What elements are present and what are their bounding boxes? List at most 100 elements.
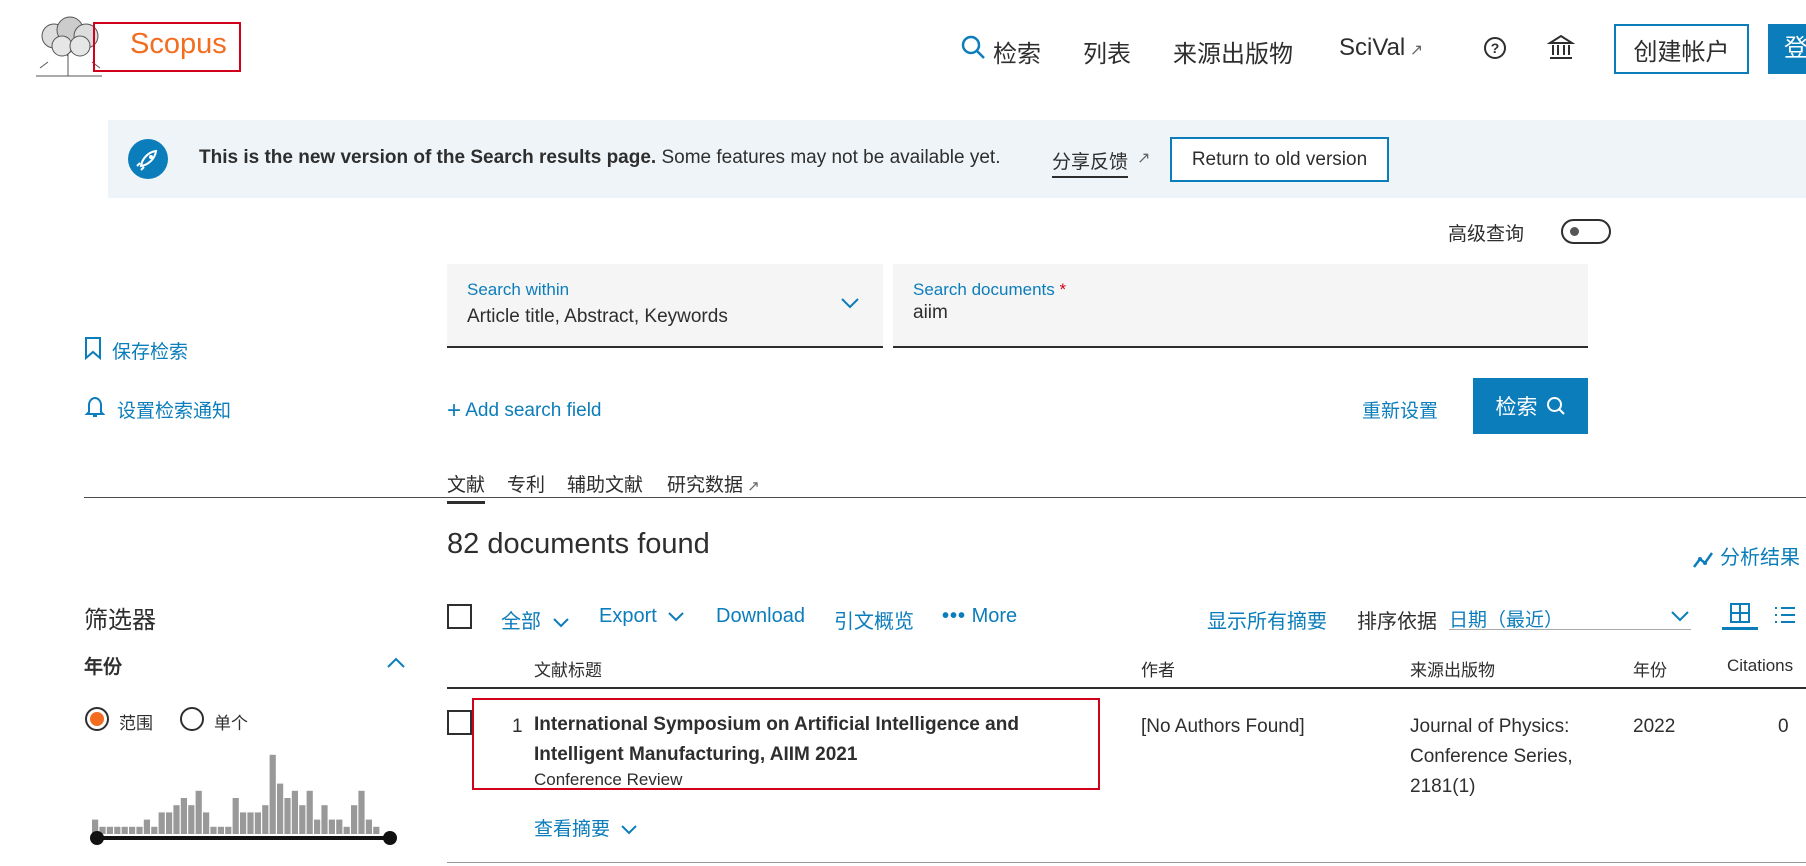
- row-checkbox[interactable]: [447, 710, 472, 735]
- export-label: Export: [599, 605, 657, 627]
- add-search-field-link[interactable]: + Add search field: [447, 395, 602, 424]
- select-all-checkbox[interactable]: [447, 604, 472, 629]
- view-abstract-link[interactable]: 查看摘要: [534, 814, 638, 841]
- histogram-bar: [351, 805, 358, 834]
- year-filter-title: 年份: [84, 657, 123, 678]
- histogram-bar: [299, 805, 306, 834]
- search-submit-button[interactable]: 检索: [1473, 378, 1588, 434]
- year-single-label: 单个: [214, 714, 248, 733]
- tab-research-data[interactable]: 研究数据 ↗: [667, 470, 760, 497]
- analyze-results-link[interactable]: 分析结果 ↗: [1692, 541, 1806, 570]
- radio-selected-dot: [90, 712, 104, 726]
- histogram-bar: [321, 805, 328, 834]
- login-button[interactable]: 登录: [1768, 24, 1806, 74]
- bell-icon: [84, 395, 106, 419]
- column-header-authors: 作者: [1141, 661, 1175, 680]
- nav-scival[interactable]: SciVal ↗: [1339, 34, 1423, 62]
- histogram-bar: [365, 819, 372, 834]
- search-documents-label: Search documents *: [913, 280, 1066, 300]
- histogram-bar: [247, 812, 254, 834]
- search-icon: [1546, 396, 1566, 416]
- histogram-bar: [166, 812, 173, 834]
- histogram-bar: [232, 798, 239, 834]
- more-dots-icon: •••: [942, 605, 967, 627]
- table-view-icon: [1730, 603, 1750, 623]
- result-source-line: Journal of Physics:: [1410, 716, 1570, 737]
- external-link-icon: ↗: [743, 478, 760, 495]
- histogram-bar: [291, 790, 298, 834]
- histogram-bar: [106, 826, 113, 834]
- histogram-bar: [143, 819, 150, 834]
- histogram-bar: [121, 826, 128, 834]
- more-label: More: [971, 605, 1018, 627]
- year-slider-end-handle[interactable]: [383, 831, 397, 845]
- search-alert-link[interactable]: 设置检索通知: [117, 396, 231, 423]
- result-source-line: 2181(1): [1410, 776, 1476, 797]
- histogram-bar: [277, 783, 284, 834]
- histogram-bar: [129, 826, 136, 834]
- plus-icon: +: [447, 397, 462, 424]
- rocket-icon: [128, 139, 168, 179]
- analytics-icon: [1692, 549, 1714, 569]
- search-documents-input[interactable]: Search documents * aiim: [893, 264, 1588, 348]
- table-view-button[interactable]: [1722, 600, 1758, 630]
- search-within-value: Article title, Abstract, Keywords: [467, 306, 728, 327]
- result-source-link[interactable]: Journal of Physics: Conference Series, 2…: [1410, 712, 1600, 802]
- view-abstract-label: 查看摘要: [534, 819, 611, 840]
- search-icon[interactable]: [960, 34, 986, 60]
- download-button[interactable]: Download: [716, 605, 805, 628]
- sort-by-label: 排序依据: [1357, 611, 1437, 633]
- institution-icon[interactable]: [1547, 33, 1575, 61]
- advanced-query-toggle[interactable]: [1561, 219, 1611, 244]
- feedback-link[interactable]: 分享反馈: [1052, 147, 1129, 178]
- reset-link[interactable]: 重新设置: [1362, 396, 1438, 423]
- column-header-citations: Citations: [1727, 656, 1794, 675]
- advanced-query-label: 高级查询: [1448, 224, 1525, 245]
- year-single-radio[interactable]: [180, 707, 204, 731]
- year-range-radio[interactable]: [85, 707, 109, 731]
- add-search-field-label: Add search field: [465, 400, 602, 421]
- save-search-link[interactable]: 保存检索: [112, 337, 188, 364]
- column-header-source: 来源出版物: [1410, 661, 1495, 680]
- histogram-bar: [210, 826, 217, 834]
- nav-lists[interactable]: 列表: [1083, 34, 1131, 69]
- tab-research-data-label: 研究数据: [667, 475, 744, 496]
- tab-secondary-documents[interactable]: 辅助文献: [567, 470, 643, 497]
- histogram-bar: [262, 805, 269, 834]
- tab-patents[interactable]: 专利: [507, 470, 545, 497]
- analyze-results-label: 分析结果: [1720, 547, 1800, 569]
- nav-search[interactable]: 检索: [993, 34, 1041, 69]
- tab-documents[interactable]: 文献: [447, 470, 486, 504]
- external-link-icon: ↗: [1800, 551, 1806, 568]
- required-mark: *: [1059, 280, 1067, 299]
- histogram-bar: [188, 805, 195, 834]
- citation-overview-button[interactable]: 引文概览: [834, 605, 914, 634]
- list-view-icon[interactable]: [1773, 604, 1797, 626]
- toggle-knob: [1570, 227, 1579, 236]
- sort-select[interactable]: 日期（最近）: [1449, 600, 1691, 631]
- results-count: 82 documents found: [447, 528, 710, 560]
- chevron-up-icon[interactable]: [386, 656, 406, 670]
- nav-sources[interactable]: 来源出版物: [1173, 34, 1293, 69]
- svg-text:?: ?: [1491, 40, 1500, 56]
- year-range-label: 范围: [119, 714, 153, 733]
- show-all-abstracts-link[interactable]: 显示所有摘要: [1207, 605, 1327, 634]
- chevron-down-icon: [621, 825, 638, 835]
- search-within-select[interactable]: Search within Article title, Abstract, K…: [447, 264, 883, 348]
- create-account-button[interactable]: 创建帐户: [1614, 24, 1749, 74]
- year-slider-start-handle[interactable]: [90, 831, 104, 845]
- histogram-bar: [195, 790, 202, 834]
- column-header-year: 年份: [1633, 661, 1667, 680]
- histogram-bar: [225, 826, 232, 834]
- scopus-logo[interactable]: Scopus: [130, 28, 227, 61]
- tabs-divider: [84, 497, 1806, 498]
- external-link-icon: ↗: [1405, 42, 1424, 59]
- return-old-version-button[interactable]: Return to old version: [1170, 137, 1389, 182]
- help-icon[interactable]: ?: [1483, 36, 1507, 60]
- select-all-dropdown[interactable]: 全部: [501, 605, 569, 634]
- chevron-down-icon: [668, 612, 685, 622]
- export-dropdown[interactable]: Export: [599, 605, 685, 628]
- more-button[interactable]: ••• More: [942, 605, 1017, 628]
- banner-text: Some features may not be available yet.: [661, 147, 1001, 168]
- histogram-bar: [336, 819, 343, 834]
